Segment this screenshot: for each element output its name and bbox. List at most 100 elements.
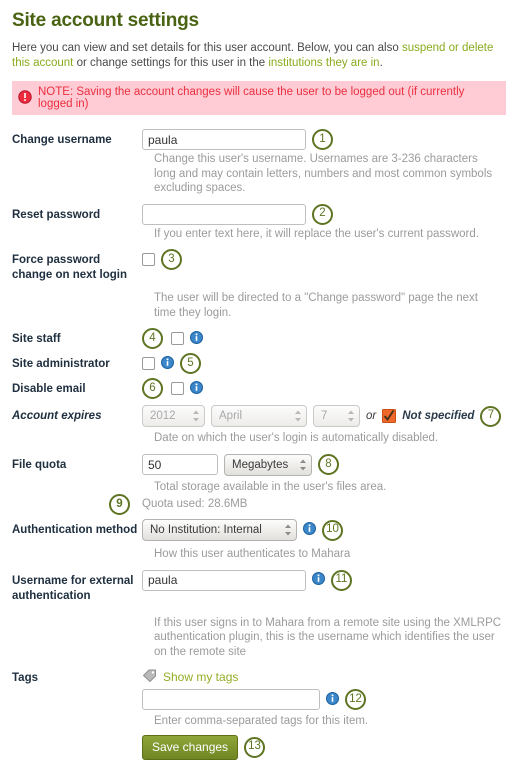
account-expires-month-select[interactable]: April xyxy=(211,405,307,427)
callout-4: 4 xyxy=(142,328,163,349)
row-tags-input: 12 xyxy=(12,689,508,710)
account-expires-day-value: 7 xyxy=(321,410,328,422)
field-force-password-change: 3 xyxy=(142,249,508,270)
field-disable-email: 6 xyxy=(142,378,508,399)
row-disable-email: Disable email 6 xyxy=(12,378,508,399)
info-icon[interactable] xyxy=(190,380,203,397)
row-save: Save changes 13 xyxy=(12,734,508,760)
site-account-settings-page: Site account settings Here you can view … xyxy=(0,0,518,760)
info-icon[interactable] xyxy=(161,355,174,372)
site-administrator-checkbox[interactable] xyxy=(142,357,155,370)
help-account-expires: Date on which the user's login is automa… xyxy=(154,432,439,444)
callout-10: 10 xyxy=(322,519,343,541)
callout-6: 6 xyxy=(142,378,163,399)
show-my-tags-link[interactable]: Show my tags xyxy=(163,670,238,684)
row-quota-used: 9 Quota used: 28.6MB xyxy=(12,494,508,515)
callout-3: 3 xyxy=(161,249,182,270)
info-icon[interactable] xyxy=(303,522,316,538)
tag-icon xyxy=(142,669,157,686)
label-force-password-change: Force password change on next login xyxy=(12,254,128,281)
field-tags-input: 12 xyxy=(142,689,508,710)
info-icon[interactable] xyxy=(190,330,203,347)
change-username-input[interactable] xyxy=(142,129,306,150)
callout-12: 12 xyxy=(345,689,366,710)
row-external-username: Username for external authentication 11 xyxy=(12,569,508,604)
row-force-password-change: Force password change on next login 3 xyxy=(12,249,508,283)
label-reset-password: Reset password xyxy=(12,208,101,221)
label-disable-email: Disable email xyxy=(12,383,86,395)
row-authentication-method: Authentication method No Institution: In… xyxy=(12,519,508,541)
file-quota-input[interactable] xyxy=(142,454,218,475)
callout-1: 1 xyxy=(312,129,333,150)
intro-paragraph: Here you can view and set details for th… xyxy=(12,41,504,71)
label-tags-spacer xyxy=(12,689,142,693)
page-title: Site account settings xyxy=(12,10,199,31)
row-account-expires: Account expires 2012 April 7 or Not spec… xyxy=(12,405,508,427)
callout-5: 5 xyxy=(180,353,201,374)
site-staff-checkbox[interactable] xyxy=(171,332,184,345)
info-icon[interactable] xyxy=(312,572,325,588)
account-expires-year-value: 2012 xyxy=(150,410,176,422)
help-external-username: If this user signs in to Mahara from a r… xyxy=(154,616,502,658)
intro-text-1: Here you can view and set details for th… xyxy=(12,42,402,54)
label-external-username: Username for external authentication xyxy=(12,574,134,602)
external-username-input[interactable] xyxy=(142,569,306,591)
label-site-administrator: Site administrator xyxy=(12,358,110,370)
row-change-username: Change username 1 xyxy=(12,129,508,150)
callout-2: 2 xyxy=(312,203,333,225)
row-reset-password: Reset password 2 xyxy=(12,203,508,225)
account-expires-year-select[interactable]: 2012 xyxy=(142,405,205,427)
account-expires-month-value: April xyxy=(219,410,243,422)
authentication-method-value: No Institution: Internal xyxy=(150,524,262,536)
authentication-method-select[interactable]: No Institution: Internal xyxy=(142,519,297,541)
file-quota-unit-select[interactable]: Megabytes xyxy=(224,453,312,476)
field-external-username: 11 xyxy=(142,569,508,591)
field-authentication-method: No Institution: Internal 10 xyxy=(142,519,508,541)
label-account-expires: Account expires xyxy=(12,410,102,422)
field-site-administrator: 5 xyxy=(142,353,508,374)
row-file-quota: File quota Megabytes 8 xyxy=(12,453,508,476)
spinner-arrows-icon xyxy=(342,409,355,423)
help-file-quota: Total storage available in the user's fi… xyxy=(154,480,387,493)
force-password-change-checkbox[interactable] xyxy=(142,253,155,266)
help-reset-password: If you enter text here, it will replace … xyxy=(154,227,479,240)
row-site-administrator: Site administrator 5 xyxy=(12,353,508,374)
or-separator: or xyxy=(366,410,377,422)
info-icon[interactable] xyxy=(326,691,339,708)
label-save-spacer xyxy=(12,735,142,739)
field-save: Save changes 13 xyxy=(142,734,508,760)
help-tags: Enter comma-separated tags for this item… xyxy=(154,715,369,727)
field-account-expires: 2012 April 7 or Not specified 7 xyxy=(142,405,508,427)
logout-warning-note: NOTE: Saving the account changes will ca… xyxy=(12,81,506,115)
not-specified-checkbox[interactable] xyxy=(382,409,397,423)
field-reset-password: 2 xyxy=(142,203,508,225)
callout-9: 9 xyxy=(109,494,130,515)
callout-9-container: 9 xyxy=(12,494,142,515)
label-tags: Tags xyxy=(12,672,38,684)
reset-password-input[interactable] xyxy=(142,203,306,225)
exclamation-circle-icon xyxy=(18,89,32,107)
callout-7: 7 xyxy=(480,405,502,427)
spinner-arrows-icon xyxy=(289,409,302,423)
account-expires-day-select[interactable]: 7 xyxy=(313,405,360,427)
row-site-staff: Site staff 4 xyxy=(12,328,508,349)
spinner-arrows-icon xyxy=(294,458,307,472)
label-change-username: Change username xyxy=(12,134,112,146)
save-changes-button[interactable]: Save changes xyxy=(142,734,239,760)
spinner-arrows-icon xyxy=(279,523,292,537)
tags-input[interactable] xyxy=(142,689,320,710)
intro-text-2: or change settings for this user in the xyxy=(73,57,269,69)
field-site-staff: 4 xyxy=(142,328,508,349)
field-file-quota: Megabytes 8 xyxy=(142,453,508,476)
help-change-username: Change this user's username. Usernames a… xyxy=(154,153,493,194)
file-quota-unit-value: Megabytes xyxy=(232,458,289,471)
label-file-quota: File quota xyxy=(12,458,67,471)
row-tags: Tags Show my tags xyxy=(12,667,508,687)
help-force-password-change: The user will be directed to a "Change p… xyxy=(154,292,478,319)
field-change-username: 1 xyxy=(142,129,508,150)
spinner-arrows-icon xyxy=(187,409,200,423)
quota-used-text: Quota used: 28.6MB xyxy=(142,498,248,510)
label-authentication-method: Authentication method xyxy=(12,524,138,536)
institutions-link[interactable]: institutions they are in xyxy=(268,57,379,69)
disable-email-checkbox[interactable] xyxy=(171,382,184,395)
